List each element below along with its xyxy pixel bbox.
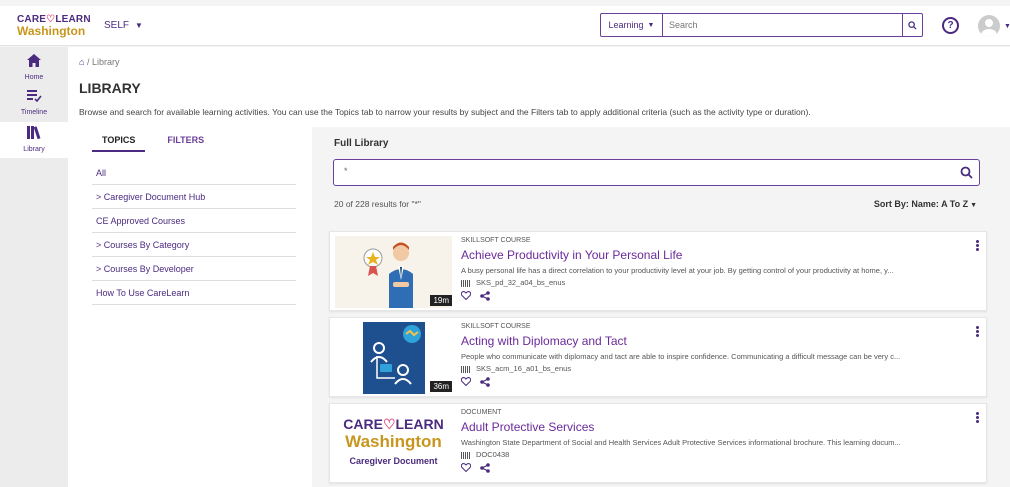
card-actions	[461, 291, 490, 301]
course-card[interactable]: 19m SKILLSOFT COURSE Achieve Productivit…	[329, 231, 987, 311]
duration-badge: 19m	[430, 295, 452, 306]
barcode-icon	[461, 451, 471, 459]
tab-topics[interactable]: TOPICS	[92, 135, 146, 152]
course-code: SKS_acm_16_a01_bs_enus	[461, 364, 571, 373]
help-icon[interactable]: ?	[942, 17, 959, 34]
topic-all[interactable]: All	[92, 161, 296, 185]
document-thumbnail[interactable]: CARE♡LEARN Washington Caregiver Document	[335, 408, 452, 480]
nav-timeline[interactable]: Timeline	[0, 87, 68, 123]
books-icon	[26, 126, 40, 140]
chevron-down-icon[interactable]: ▼	[1004, 23, 1010, 30]
heart-icon[interactable]	[461, 463, 471, 472]
search-icon	[908, 20, 917, 30]
share-icon[interactable]	[480, 377, 490, 387]
share-icon[interactable]	[480, 291, 490, 301]
document-code: DOC0438	[461, 450, 509, 459]
tab-filters[interactable]: FILTERS	[167, 135, 204, 152]
content-type: SKILLSOFT COURSE	[461, 323, 531, 330]
carelearn-logo[interactable]: CARE♡LEARN Washington	[17, 15, 91, 38]
chevron-down-icon: ▼	[135, 21, 143, 30]
heart-icon: ♡	[382, 416, 396, 432]
topic-ce-approved-courses[interactable]: CE Approved Courses	[92, 209, 296, 233]
page-description: Browse and search for available learning…	[79, 107, 811, 117]
document-title[interactable]: Adult Protective Services	[461, 420, 594, 434]
breadcrumb: ⌂ / Library	[79, 57, 120, 67]
topics-panel: TOPICS FILTERS All > Caregiver Document …	[68, 127, 312, 487]
global-search-input[interactable]	[663, 14, 902, 36]
content-type: DOCUMENT	[461, 409, 502, 416]
topic-how-to-use-carelearn[interactable]: How To Use CareLearn	[92, 281, 296, 305]
result-count: 20 of 228 results for "*"	[334, 199, 421, 209]
library-search-input[interactable]	[344, 166, 944, 176]
global-search-group: Learning ▼	[600, 13, 923, 37]
card-actions	[461, 377, 490, 387]
course-description: A busy personal life has a direct correl…	[461, 266, 894, 275]
top-bar: CARE♡LEARN Washington SELF▼ Learning▼ ? …	[0, 6, 1010, 46]
topic-courses-by-developer[interactable]: > Courses By Developer	[92, 257, 296, 281]
search-icon[interactable]	[960, 166, 973, 179]
self-menu-dropdown[interactable]: SELF ▼	[104, 20, 143, 31]
more-options-icon[interactable]	[976, 412, 980, 424]
duration-badge: 36m	[430, 381, 452, 392]
global-search-button[interactable]	[902, 14, 922, 36]
course-title[interactable]: Acting with Diplomacy and Tact	[461, 334, 627, 348]
left-nav: Home Timeline Library	[0, 47, 68, 487]
page-title: LIBRARY	[79, 80, 141, 96]
document-description: Washington State Department of Social an…	[461, 438, 901, 447]
share-icon[interactable]	[480, 463, 490, 473]
nav-library[interactable]: Library	[0, 122, 68, 158]
library-search-box	[333, 159, 980, 186]
nav-home[interactable]: Home	[0, 51, 68, 87]
more-options-icon[interactable]	[976, 240, 980, 252]
content-type: SKILLSOFT COURSE	[461, 237, 531, 244]
topic-list: All > Caregiver Document Hub CE Approved…	[92, 161, 296, 305]
course-title[interactable]: Achieve Productivity in Your Personal Li…	[461, 248, 682, 262]
topic-courses-by-category[interactable]: > Courses By Category	[92, 233, 296, 257]
course-description: People who communicate with diplomacy an…	[461, 352, 901, 361]
course-thumbnail[interactable]: 19m	[335, 236, 452, 308]
barcode-icon	[461, 279, 471, 287]
course-card[interactable]: 36m SKILLSOFT COURSE Acting with Diploma…	[329, 317, 987, 397]
document-card[interactable]: CARE♡LEARN Washington Caregiver Document…	[329, 403, 987, 483]
card-actions	[461, 463, 490, 473]
caret-down-icon: ▼	[647, 21, 655, 29]
heart-icon[interactable]	[461, 377, 471, 386]
sort-dropdown[interactable]: Sort By: Name: A To Z ▼	[874, 199, 977, 209]
course-thumbnail[interactable]: 36m	[335, 322, 452, 394]
course-code: SKS_pd_32_a04_bs_enus	[461, 278, 565, 287]
search-category-select[interactable]: Learning ▼	[601, 14, 663, 36]
barcode-icon	[461, 365, 471, 373]
home-icon[interactable]: ⌂	[79, 57, 84, 67]
timeline-icon	[26, 90, 42, 103]
heart-icon[interactable]	[461, 291, 471, 300]
library-main: Full Library 20 of 228 results for "*" S…	[312, 127, 1010, 487]
section-heading: Full Library	[334, 138, 389, 149]
page-header: ⌂ / Library LIBRARY Browse and search fo…	[68, 47, 1010, 127]
avatar[interactable]	[978, 15, 1000, 37]
topic-caregiver-document-hub[interactable]: > Caregiver Document Hub	[92, 185, 296, 209]
more-options-icon[interactable]	[976, 326, 980, 338]
panel-tabs: TOPICS FILTERS	[92, 135, 226, 152]
home-icon	[27, 54, 41, 67]
caret-down-icon: ▼	[970, 202, 977, 209]
